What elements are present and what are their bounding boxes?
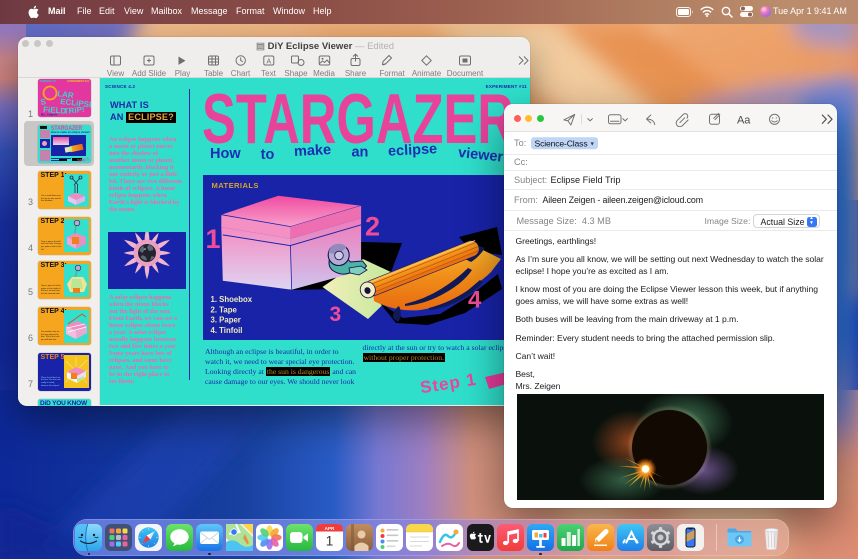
svg-text:3. Paper: 3. Paper	[210, 315, 240, 324]
svg-text:1: 1	[326, 534, 334, 549]
svg-text:2: 2	[365, 211, 380, 241]
svg-text:4. Tinfoil: 4. Tinfoil	[210, 326, 242, 335]
svg-text:Aa: Aa	[736, 114, 750, 126]
svg-text:APR: APR	[325, 526, 335, 531]
svg-text:A: A	[266, 59, 271, 66]
svg-text:4: 4	[468, 286, 482, 313]
svg-text:1: 1	[205, 224, 220, 254]
svg-text:2. Tape: 2. Tape	[210, 305, 237, 314]
svg-text:3: 3	[329, 303, 341, 326]
svg-text:MATERIALS: MATERIALS	[211, 181, 258, 190]
svg-text:1. Shoebox: 1. Shoebox	[210, 295, 252, 304]
svg-text:TRiP!: TRiP!	[63, 105, 85, 116]
svg-text:Mrs. Zeigen's: Mrs. Zeigen's	[41, 113, 58, 117]
